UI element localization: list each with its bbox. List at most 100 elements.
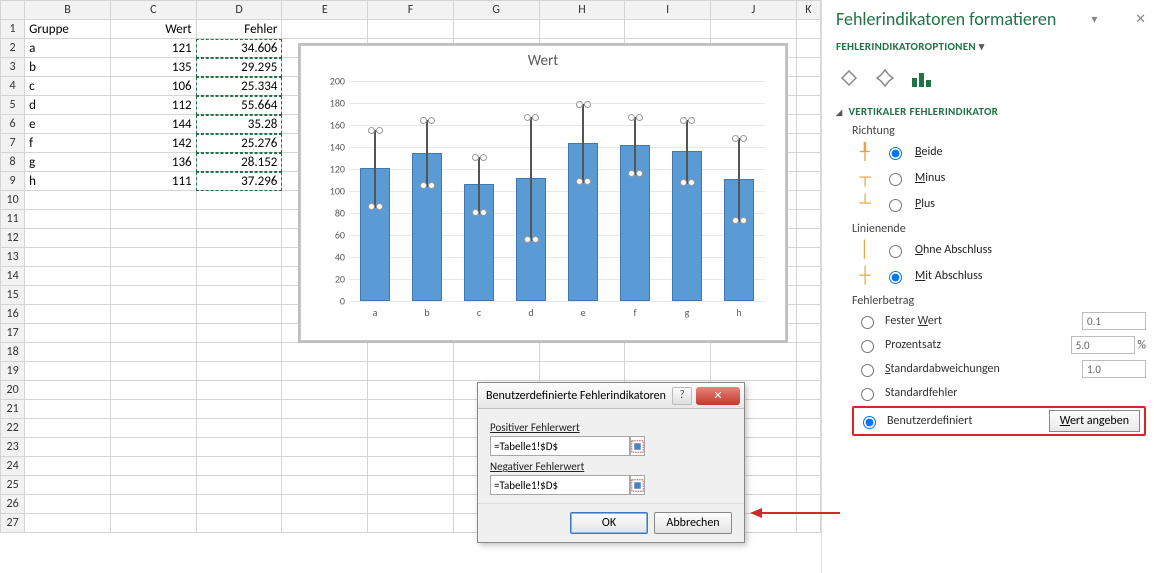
cell-B4[interactable]: c bbox=[25, 77, 111, 96]
cell-K2[interactable] bbox=[796, 39, 820, 58]
error-bar-b[interactable] bbox=[426, 120, 428, 184]
cell-E23[interactable] bbox=[282, 438, 368, 457]
cell-K10[interactable] bbox=[796, 191, 820, 210]
cell-C14[interactable] bbox=[110, 267, 196, 286]
row-header-8[interactable]: 8 bbox=[1, 153, 25, 172]
cell-E19[interactable] bbox=[282, 362, 368, 381]
row-header-23[interactable]: 23 bbox=[1, 438, 25, 457]
vertical-error-bar-section[interactable]: VERTIKALER FEHLERINDIKATOR bbox=[836, 105, 1146, 118]
cell-E1[interactable] bbox=[282, 20, 368, 39]
cell-B2[interactable]: a bbox=[25, 39, 111, 58]
cell-D1[interactable]: Fehler bbox=[196, 20, 282, 39]
ok-button[interactable]: OK bbox=[570, 512, 648, 534]
cell-E26[interactable] bbox=[282, 495, 368, 514]
cell-D4[interactable]: 25.334 bbox=[196, 77, 282, 96]
col-header-K[interactable]: K bbox=[796, 1, 820, 20]
cell-D21[interactable] bbox=[196, 400, 282, 419]
cell-C26[interactable] bbox=[110, 495, 196, 514]
cell-F23[interactable] bbox=[368, 438, 454, 457]
cell-F21[interactable] bbox=[368, 400, 454, 419]
cell-K20[interactable] bbox=[796, 381, 820, 400]
cell-C15[interactable] bbox=[110, 286, 196, 305]
specify-value-button[interactable]: Wert angeben bbox=[1049, 410, 1140, 432]
direction-minus-radio[interactable] bbox=[889, 173, 902, 186]
cell-J1[interactable] bbox=[711, 20, 797, 39]
direction-plus-radio[interactable] bbox=[889, 199, 902, 212]
stdev-input[interactable] bbox=[1082, 360, 1146, 378]
cell-G19[interactable] bbox=[453, 362, 539, 381]
cell-B23[interactable] bbox=[25, 438, 111, 457]
cell-D13[interactable] bbox=[196, 248, 282, 267]
cell-E18[interactable] bbox=[282, 343, 368, 362]
cell-B8[interactable]: g bbox=[25, 153, 111, 172]
cell-F1[interactable] bbox=[368, 20, 454, 39]
pane-subtitle[interactable]: FEHLERINDIKATOROPTIONEN ▾ bbox=[836, 40, 1146, 53]
cell-B14[interactable] bbox=[25, 267, 111, 286]
row-header-25[interactable]: 25 bbox=[1, 476, 25, 495]
row-header-2[interactable]: 2 bbox=[1, 39, 25, 58]
cell-B21[interactable] bbox=[25, 400, 111, 419]
cell-B25[interactable] bbox=[25, 476, 111, 495]
pane-close-button[interactable]: ✕ bbox=[1135, 12, 1146, 27]
col-header-H[interactable]: H bbox=[539, 1, 625, 20]
cell-F22[interactable] bbox=[368, 419, 454, 438]
col-header-D[interactable]: D bbox=[196, 1, 282, 20]
error-bar-h[interactable] bbox=[738, 138, 740, 220]
error-bar-e[interactable] bbox=[582, 104, 584, 182]
cell-K6[interactable] bbox=[796, 115, 820, 134]
cell-C10[interactable] bbox=[110, 191, 196, 210]
cell-K21[interactable] bbox=[796, 400, 820, 419]
cell-E27[interactable] bbox=[282, 514, 368, 533]
cell-B26[interactable] bbox=[25, 495, 111, 514]
cell-H18[interactable] bbox=[539, 343, 625, 362]
cell-K14[interactable] bbox=[796, 267, 820, 286]
dialog-close-button[interactable]: ✕ bbox=[696, 387, 740, 405]
cell-D27[interactable] bbox=[196, 514, 282, 533]
col-header-G[interactable]: G bbox=[453, 1, 539, 20]
cell-D14[interactable] bbox=[196, 267, 282, 286]
cell-B15[interactable] bbox=[25, 286, 111, 305]
cell-F24[interactable] bbox=[368, 457, 454, 476]
cell-D18[interactable] bbox=[196, 343, 282, 362]
cell-C4[interactable]: 106 bbox=[110, 77, 196, 96]
cell-D25[interactable] bbox=[196, 476, 282, 495]
row-header-16[interactable]: 16 bbox=[1, 305, 25, 324]
chart-plot-area[interactable] bbox=[349, 81, 765, 301]
cell-I18[interactable] bbox=[625, 343, 711, 362]
cell-D16[interactable] bbox=[196, 305, 282, 324]
cell-F20[interactable] bbox=[368, 381, 454, 400]
cell-K1[interactable] bbox=[796, 20, 820, 39]
dialog-titlebar[interactable]: Benutzerdefinierte Fehlerindikatoren ? ✕ bbox=[478, 383, 744, 409]
dialog-help-button[interactable]: ? bbox=[672, 387, 692, 405]
cell-E25[interactable] bbox=[282, 476, 368, 495]
cell-C18[interactable] bbox=[110, 343, 196, 362]
cell-B5[interactable]: d bbox=[25, 96, 111, 115]
cell-C22[interactable] bbox=[110, 419, 196, 438]
chart-title[interactable]: Wert bbox=[301, 46, 785, 70]
cell-C20[interactable] bbox=[110, 381, 196, 400]
col-header-E[interactable]: E bbox=[282, 1, 368, 20]
cell-K4[interactable] bbox=[796, 77, 820, 96]
cell-K3[interactable] bbox=[796, 58, 820, 77]
cell-J19[interactable] bbox=[711, 362, 797, 381]
row-header-1[interactable]: 1 bbox=[1, 20, 25, 39]
cell-C23[interactable] bbox=[110, 438, 196, 457]
cell-D5[interactable]: 55.664 bbox=[196, 96, 282, 115]
cell-F26[interactable] bbox=[368, 495, 454, 514]
row-header-18[interactable]: 18 bbox=[1, 343, 25, 362]
col-header-F[interactable]: F bbox=[368, 1, 454, 20]
row-header-22[interactable]: 22 bbox=[1, 419, 25, 438]
cell-G18[interactable] bbox=[453, 343, 539, 362]
positive-error-range-picker[interactable] bbox=[630, 436, 645, 456]
pane-dropdown-icon[interactable]: ▾ bbox=[1091, 12, 1100, 27]
cell-K16[interactable] bbox=[796, 305, 820, 324]
cell-F25[interactable] bbox=[368, 476, 454, 495]
corner-cell[interactable] bbox=[1, 1, 25, 20]
cell-D10[interactable] bbox=[196, 191, 282, 210]
cell-I19[interactable] bbox=[625, 362, 711, 381]
cell-E22[interactable] bbox=[282, 419, 368, 438]
cell-B24[interactable] bbox=[25, 457, 111, 476]
row-header-7[interactable]: 7 bbox=[1, 134, 25, 153]
cell-D9[interactable]: 37.296 bbox=[196, 172, 282, 191]
end-no-cap-radio[interactable] bbox=[889, 245, 902, 258]
